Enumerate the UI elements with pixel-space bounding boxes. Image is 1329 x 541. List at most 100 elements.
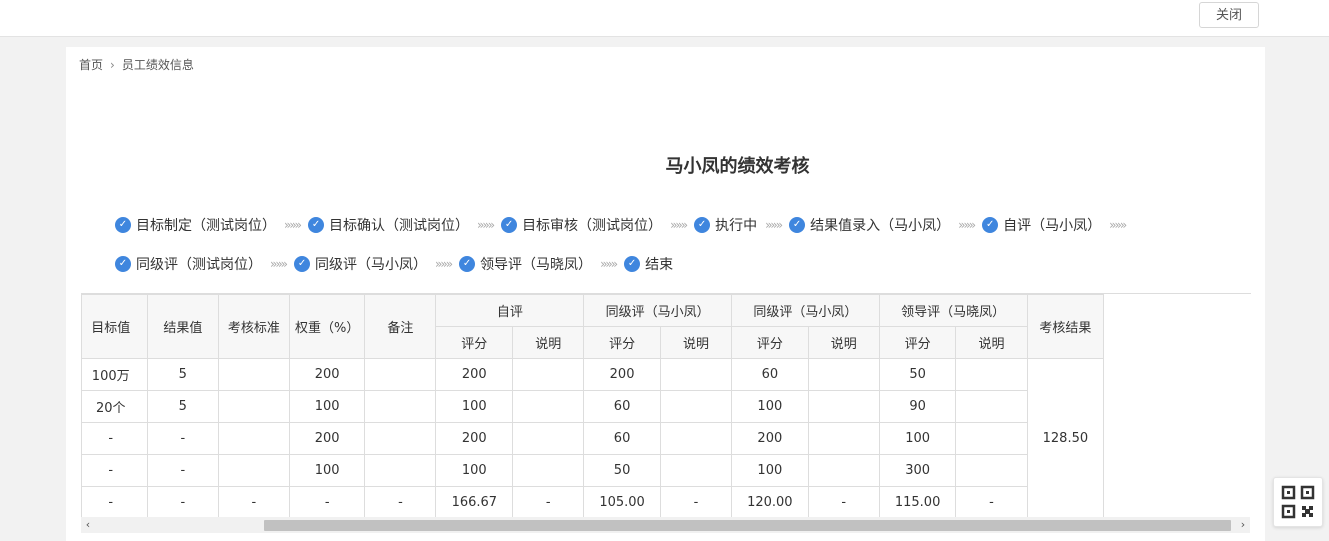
check-circle-icon: ✓	[694, 217, 711, 233]
cell-peer1-note	[659, 390, 733, 423]
cell-leader-score: 90	[878, 390, 957, 423]
header-standard: 考核标准	[217, 294, 290, 359]
header-note: 说明	[807, 326, 880, 359]
step-label: 自评（马小凤）	[1003, 218, 1102, 234]
breadcrumb-current: 员工绩效信息	[121, 58, 194, 72]
cell-peer2-score: 100	[731, 454, 809, 487]
header-leader-review: 领导评（马晓凤）	[878, 294, 1028, 327]
cell-standard	[217, 390, 290, 423]
header-result: 结果值	[146, 294, 219, 359]
check-circle-icon: ✓	[624, 256, 641, 272]
table-row: 20个 5 100 100 60 100 90	[82, 390, 1173, 423]
qr-code-icon	[1281, 485, 1315, 519]
header-score: 评分	[583, 326, 661, 359]
cell-standard	[217, 454, 290, 487]
cell-peer2-score: 200	[731, 422, 809, 455]
cell-peer1-note	[659, 454, 733, 487]
scrollbar-thumb[interactable]	[264, 520, 1231, 531]
header-peer-review-2: 同级评（马小凤）	[731, 294, 880, 327]
cell-leader-note	[955, 422, 1028, 455]
chevron-right-icon: ›	[110, 57, 115, 72]
cell-self-note: -	[512, 486, 585, 518]
step-peer-review-1: ✓ 同级评（测试岗位）	[115, 254, 262, 274]
cell-weight: 200	[288, 358, 366, 391]
cell-peer2-score: 60	[731, 358, 809, 391]
cell-target: -	[82, 486, 148, 518]
triple-chevron-right-icon: »»»	[435, 257, 453, 271]
cell-peer2-note	[807, 358, 880, 391]
header-score: 评分	[435, 326, 514, 359]
cell-peer2-note	[807, 454, 880, 487]
scroll-right-icon[interactable]: ›	[1236, 517, 1250, 533]
cell-peer1-score: 200	[583, 358, 661, 391]
header-remark: 备注	[364, 294, 437, 359]
cell-standard	[217, 358, 290, 391]
triple-chevron-right-icon: »»»	[670, 218, 688, 232]
cell-self-note	[512, 358, 585, 391]
qr-code-button[interactable]	[1273, 477, 1323, 527]
cell-peer1-score: 60	[583, 422, 661, 455]
scroll-left-icon[interactable]: ‹	[81, 517, 95, 533]
cell-peer2-score: 120.00	[731, 486, 809, 518]
cell-target: 20个	[82, 390, 148, 423]
header-score: 评分	[731, 326, 809, 359]
triple-chevron-right-icon: »»»	[600, 257, 618, 271]
cell-target: -	[82, 422, 148, 455]
workflow-steps-row-2: ✓ 同级评（测试岗位） »»» ✓ 同级评（马小凤） »»» ✓ 领导评（马晓凤…	[115, 254, 673, 274]
cell-peer1-score: 105.00	[583, 486, 661, 518]
cell-target: 100万	[82, 358, 148, 391]
header-final-result: 考核结果	[1026, 294, 1105, 359]
header-peer-review-1: 同级评（马小凤）	[583, 294, 732, 327]
cell-peer1-note	[659, 358, 733, 391]
cell-result: 5	[146, 390, 219, 423]
step-result-entry: ✓ 结果值录入（马小凤）	[789, 215, 950, 235]
cell-leader-note	[955, 390, 1028, 423]
cell-self-note	[512, 454, 585, 487]
horizontal-scrollbar[interactable]: ‹ ›	[81, 517, 1250, 533]
step-label: 目标审核（测试岗位）	[522, 218, 663, 234]
triple-chevron-right-icon: »»»	[1109, 218, 1127, 232]
cell-self-score: 100	[435, 390, 514, 423]
close-button[interactable]: 关闭	[1199, 2, 1259, 28]
cell-weight: -	[288, 486, 366, 518]
performance-table-viewport: 目标值 结果值 考核标准 权重（%） 备注 自评 同级评（马小凤） 同级评（马小…	[81, 293, 1251, 518]
breadcrumb-home-link[interactable]: 首页	[79, 56, 103, 73]
cell-leader-score: 100	[878, 422, 957, 455]
step-label: 同级评（马小凤）	[315, 257, 428, 273]
step-label: 结果值录入（马小凤）	[810, 218, 951, 234]
cell-self-score: 100	[435, 454, 514, 487]
header-weight: 权重（%）	[288, 294, 366, 359]
cell-final-result: 128.50	[1026, 358, 1105, 518]
cell-leader-note	[955, 358, 1028, 391]
cell-remark	[364, 422, 437, 455]
step-label: 执行中	[715, 218, 758, 234]
cell-target: -	[82, 454, 148, 487]
cell-leader-score: 115.00	[878, 486, 957, 518]
cell-leader-score: 50	[878, 358, 957, 391]
table-row: - - 200 200 60 200 100	[82, 422, 1173, 455]
step-peer-review-2: ✓ 同级评（马小凤）	[294, 254, 427, 274]
cell-self-score: 200	[435, 358, 514, 391]
cell-peer1-note	[659, 422, 733, 455]
cell-self-score: 200	[435, 422, 514, 455]
triple-chevron-right-icon: »»»	[477, 218, 495, 232]
table-row-summary: - - - - - 166.67 - 105.00 - 120.00 - 115…	[82, 486, 1173, 518]
cell-self-note	[512, 422, 585, 455]
performance-table: 目标值 结果值 考核标准 权重（%） 备注 自评 同级评（马小凤） 同级评（马小…	[82, 294, 1173, 518]
cell-peer1-note: -	[659, 486, 733, 518]
check-circle-icon: ✓	[115, 256, 131, 272]
cell-standard	[217, 422, 290, 455]
cell-result: -	[146, 486, 219, 518]
check-circle-icon: ✓	[501, 217, 518, 233]
cell-peer2-note	[807, 390, 880, 423]
cell-weight: 200	[288, 422, 366, 455]
triple-chevron-right-icon: »»»	[958, 218, 976, 232]
step-label: 结束	[645, 257, 674, 273]
cell-peer1-score: 60	[583, 390, 661, 423]
step-label: 领导评（马晓凤）	[480, 257, 593, 273]
cell-weight: 100	[288, 454, 366, 487]
table-row: 100万 5 200 200 200 60 50 128.50	[82, 358, 1173, 518]
check-circle-icon: ✓	[789, 217, 806, 233]
header-target: 目标值	[82, 294, 148, 359]
cell-result: -	[146, 454, 219, 487]
